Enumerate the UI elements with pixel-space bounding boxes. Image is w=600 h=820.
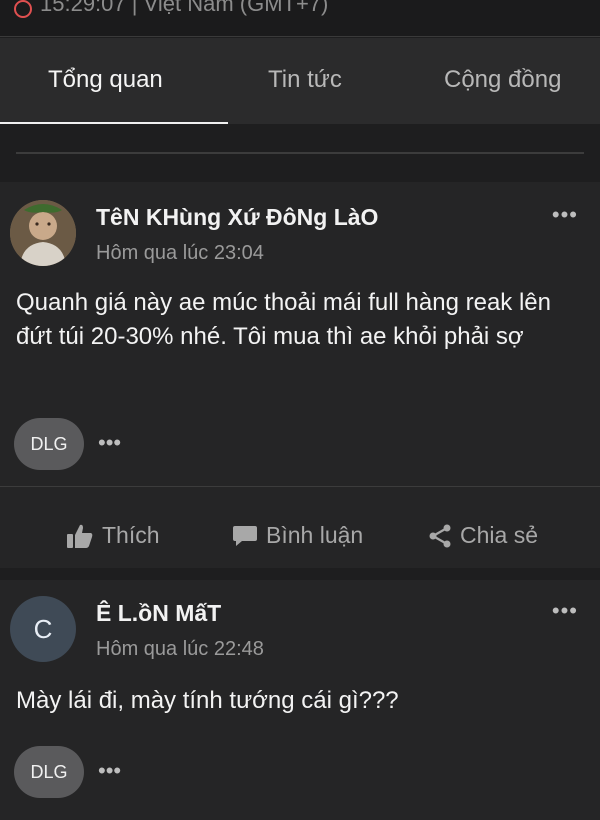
like-label: Thích xyxy=(102,522,160,548)
stock-tag-chip[interactable]: DLG xyxy=(14,418,84,470)
avatar[interactable]: C xyxy=(10,596,76,662)
post-card: C Ê L.ồN MấT Hôm qua lúc 22:48 ••• Mày l… xyxy=(0,580,600,820)
comment-icon xyxy=(233,525,257,546)
avatar[interactable] xyxy=(10,200,76,266)
tab-community[interactable]: Cộng đồng xyxy=(444,66,561,94)
divider xyxy=(16,152,584,154)
status-strip: 15:29:07 | Việt Nam (GMT+7) xyxy=(0,0,600,37)
divider xyxy=(0,486,600,487)
post-text: Quanh giá này ae múc thoải mái full hàng… xyxy=(16,289,551,350)
post-menu-button[interactable]: ••• xyxy=(552,202,578,228)
clock-icon xyxy=(14,0,32,18)
comment-button[interactable]: Bình luận xyxy=(232,522,363,549)
post-author[interactable]: Ê L.ồN MấT xyxy=(96,600,221,627)
post-text: Mày lái đi, mày tính tướng cái gì??? xyxy=(16,687,399,714)
clock: 15:29:07 | Việt Nam (GMT+7) xyxy=(14,0,328,18)
avatar-portrait-icon xyxy=(10,200,76,266)
like-button[interactable]: Thích xyxy=(66,522,160,549)
post-author[interactable]: TêN KHùng Xứ ĐôNg LàO xyxy=(96,204,378,231)
thumbs-up-icon xyxy=(67,524,93,548)
scrolled-content-peek xyxy=(0,124,600,164)
clock-text: 15:29:07 | Việt Nam (GMT+7) xyxy=(40,0,329,16)
tags-more-button[interactable]: ••• xyxy=(98,430,121,456)
post-menu-button[interactable]: ••• xyxy=(552,598,578,624)
comment-label: Bình luận xyxy=(266,522,364,548)
post-time: Hôm qua lúc 22:48 xyxy=(96,638,264,660)
post-card: TêN KHùng Xứ ĐôNg LàO Hôm qua lúc 23:04 … xyxy=(0,182,600,568)
share-button[interactable]: Chia sẻ xyxy=(428,522,538,549)
tab-overview[interactable]: Tổng quan xyxy=(48,66,163,94)
tab-news[interactable]: Tin tức xyxy=(268,66,342,94)
share-icon xyxy=(429,524,451,547)
tags-more-button[interactable]: ••• xyxy=(98,758,121,784)
tab-bar: Tổng quan Tin tức Cộng đồng xyxy=(0,38,600,125)
stock-tag-chip[interactable]: DLG xyxy=(14,746,84,798)
post-time: Hôm qua lúc 23:04 xyxy=(96,242,264,264)
share-label: Chia sẻ xyxy=(460,522,538,548)
